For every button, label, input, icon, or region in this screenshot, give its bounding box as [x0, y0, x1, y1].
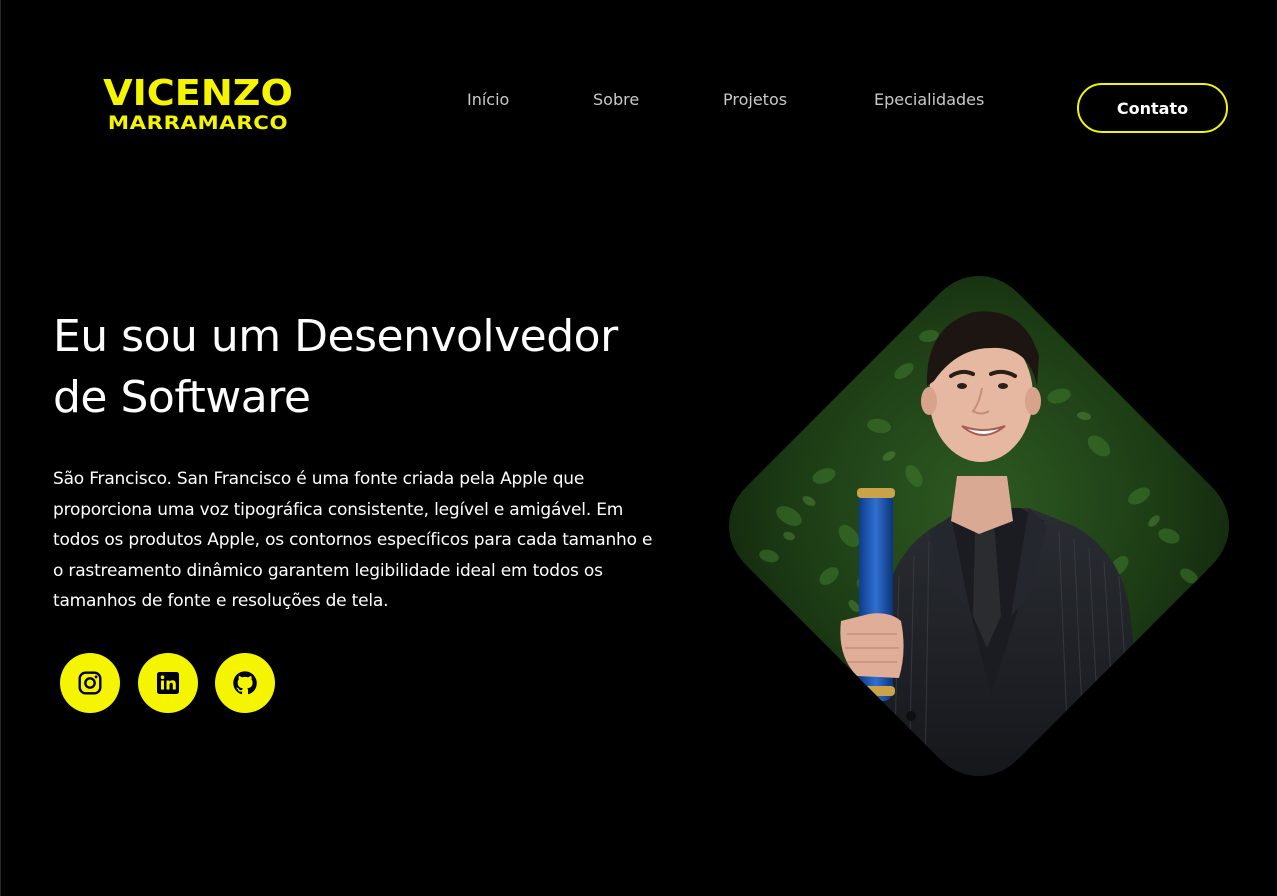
page: VICENZO MARRAMARCO Início Sobre Projetos… — [0, 0, 1277, 896]
instagram-icon — [78, 671, 102, 695]
linkedin-icon — [157, 672, 179, 694]
profile-photo-image — [729, 276, 1229, 776]
github-icon — [233, 671, 257, 695]
hero-title-line-1: Eu sou um Desenvolvedor — [53, 311, 618, 362]
profile-photo — [729, 276, 1229, 776]
hero-title: Eu sou um Desenvolvedor de Software — [53, 306, 673, 428]
hero-description: São Francisco. San Francisco é uma fonte… — [53, 469, 653, 611]
instagram-button[interactable] — [60, 653, 120, 713]
logo-first-name: VICENZO — [103, 73, 293, 114]
hero-title-line-2: de Software — [53, 372, 311, 423]
nav-item-sobre[interactable]: Sobre — [593, 90, 639, 109]
linkedin-button[interactable] — [138, 653, 198, 713]
contact-button[interactable]: Contato — [1077, 83, 1228, 133]
nav-item-projetos[interactable]: Projetos — [723, 90, 787, 109]
logo[interactable]: VICENZO MARRAMARCO — [69, 76, 327, 133]
logo-last-name: MARRAMARCO — [107, 112, 289, 134]
nav-item-inicio[interactable]: Início — [467, 90, 509, 109]
github-button[interactable] — [215, 653, 275, 713]
nav-item-especialidades[interactable]: Epecialidades — [874, 90, 984, 109]
